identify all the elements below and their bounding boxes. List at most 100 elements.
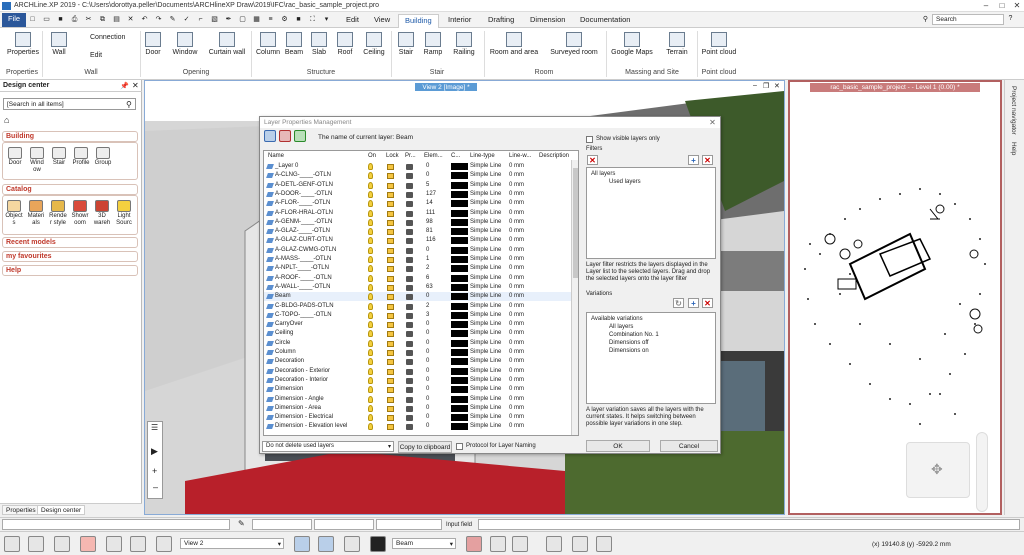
printer-icon[interactable] xyxy=(406,424,413,431)
dc-stair[interactable]: Stair xyxy=(49,147,69,167)
table-row[interactable]: A-DOOR-____-OTLN 127 Simple Line 0 mm xyxy=(264,190,578,199)
lightbulb-icon[interactable] xyxy=(368,209,373,217)
new-layer-icon[interactable] xyxy=(264,130,276,142)
dc-render-style[interactable]: Rende r style xyxy=(48,200,68,227)
table-row[interactable]: Dimension - Area 0 Simple Line 0 mm xyxy=(264,404,578,413)
table-row[interactable]: Decoration - Exterior 0 Simple Line 0 mm xyxy=(264,367,578,376)
color-swatch[interactable] xyxy=(451,386,468,394)
lock-icon[interactable] xyxy=(387,284,394,291)
undo-icon[interactable]: ↶ xyxy=(140,15,149,24)
printer-icon[interactable] xyxy=(406,368,413,375)
print-icon[interactable]: ⎙ xyxy=(70,15,79,24)
table-row[interactable]: A-GLAZ-CURT-OTLN 116 Simple Line 0 mm xyxy=(264,236,578,245)
panel-close-icon[interactable]: ✕ xyxy=(132,81,139,90)
lock-icon[interactable] xyxy=(387,191,394,198)
color-swatch[interactable] xyxy=(451,376,468,384)
lightbulb-icon[interactable] xyxy=(368,163,373,170)
window-button[interactable]: Window xyxy=(170,32,200,56)
filter-all-layers[interactable]: All layers xyxy=(591,171,615,178)
eyedropper-icon[interactable]: ⌐ xyxy=(196,15,205,24)
settings-gear-icon[interactable] xyxy=(4,536,20,552)
printer-icon[interactable] xyxy=(406,275,413,282)
printer-icon[interactable] xyxy=(406,415,413,422)
input-field[interactable] xyxy=(478,519,1020,530)
color-swatch[interactable] xyxy=(451,218,468,226)
recent-models-accordion[interactable]: Recent models xyxy=(2,237,138,248)
google-maps-button[interactable]: Google Maps xyxy=(610,32,654,56)
lightbulb-icon[interactable] xyxy=(368,172,373,180)
col-elements[interactable]: Elem... xyxy=(424,153,443,159)
terrain-button[interactable]: Terrain xyxy=(662,32,692,56)
roof-button[interactable]: Roof xyxy=(334,32,356,56)
lightbulb-icon[interactable] xyxy=(368,367,373,375)
dropdown-icon[interactable]: ▾ xyxy=(322,15,331,24)
angle-icon[interactable] xyxy=(106,536,122,552)
delete-layer-icon[interactable] xyxy=(279,130,291,142)
printer-icon[interactable] xyxy=(406,266,413,273)
variation-add-icon[interactable]: + xyxy=(688,298,699,308)
table-row[interactable]: A-WALL-____-OTLN 63 Simple Line 0 mm xyxy=(264,283,578,292)
printer-icon[interactable] xyxy=(406,359,413,366)
dc-light-source[interactable]: Light Sourc xyxy=(114,200,134,227)
lightbulb-icon[interactable] xyxy=(368,283,373,291)
lightbulb-icon[interactable] xyxy=(368,349,373,356)
lightbulb-icon[interactable] xyxy=(368,228,373,236)
table-row[interactable]: A-CLNG-____-OTLN 0 Simple Line 0 mm xyxy=(264,171,578,180)
color-swatch-icon[interactable] xyxy=(370,536,386,552)
table-row[interactable]: Dimension - Elevation level 0 Simple Line 0… xyxy=(264,422,578,431)
connection-button[interactable]: Connection xyxy=(76,34,130,41)
lock-icon[interactable] xyxy=(387,377,394,384)
lock-icon[interactable] xyxy=(387,331,394,338)
lightbulb-icon[interactable] xyxy=(368,181,373,189)
merge-layer-icon[interactable] xyxy=(294,130,306,142)
ruler-icon[interactable] xyxy=(572,536,588,552)
table-row[interactable]: C-TOPO-____-OTLN 3 Simple Line 0 mm xyxy=(264,311,578,320)
view-plan[interactable]: rac_basic_sample_project - - Level 1 (0.… xyxy=(788,80,1002,515)
dc-objects[interactable]: Object s xyxy=(4,200,24,227)
col-color[interactable]: C... xyxy=(451,153,460,159)
wall-button[interactable]: Wall xyxy=(48,32,70,56)
scrollbar-thumb[interactable] xyxy=(573,168,578,278)
select-frame-icon[interactable] xyxy=(54,536,70,552)
color-swatch[interactable] xyxy=(451,246,468,254)
color-swatch[interactable] xyxy=(451,228,468,236)
column-button[interactable]: Column xyxy=(254,32,282,56)
ok-button[interactable]: OK xyxy=(586,440,650,452)
stop-icon[interactable]: ■ xyxy=(294,15,303,24)
lock-icon[interactable] xyxy=(387,340,394,347)
color-swatch[interactable] xyxy=(451,423,468,431)
col-print[interactable]: Pr... xyxy=(405,153,416,159)
color-swatch[interactable] xyxy=(451,163,468,170)
lightbulb-icon[interactable] xyxy=(368,256,373,263)
orbit-icon[interactable]: ✥ xyxy=(931,461,943,478)
lightbulb-icon[interactable] xyxy=(368,218,373,226)
lock-icon[interactable] xyxy=(387,387,394,394)
help-accordion[interactable]: Help xyxy=(2,265,138,276)
lock-icon[interactable] xyxy=(387,173,394,180)
color-swatch[interactable] xyxy=(451,367,468,375)
view-close-icon[interactable]: ✕ xyxy=(774,82,780,90)
filter-add-icon[interactable]: + xyxy=(688,155,699,165)
pin-icon[interactable]: 📌 xyxy=(120,82,129,90)
printer-icon[interactable] xyxy=(406,396,413,403)
project-navigator-tab[interactable]: Project navigator xyxy=(1010,86,1017,135)
lock-icon[interactable] xyxy=(387,359,394,366)
surveyed-room-button[interactable]: Surveyed room xyxy=(548,32,600,56)
slab-button[interactable]: Slab xyxy=(308,32,330,56)
color-swatch[interactable] xyxy=(451,283,468,291)
lock-icon[interactable] xyxy=(387,164,394,170)
table-row[interactable]: A-ROOF-____-OTLN 6 Simple Line 0 mm xyxy=(264,274,578,283)
lock-icon[interactable] xyxy=(387,201,394,208)
ceiling-button[interactable]: Ceiling xyxy=(360,32,388,56)
open-icon[interactable]: ▭ xyxy=(42,15,51,24)
lock-icon[interactable] xyxy=(387,424,394,431)
fullscreen-icon[interactable]: ⛶ xyxy=(308,15,317,24)
printer-icon[interactable] xyxy=(406,303,413,310)
navigation-cube[interactable]: ✥ xyxy=(906,442,970,498)
printer-icon[interactable] xyxy=(406,257,413,263)
lightbulb-icon[interactable] xyxy=(368,246,373,254)
ramp-button[interactable]: Ramp xyxy=(422,32,444,56)
color-swatch[interactable] xyxy=(451,190,468,198)
point-cloud-button[interactable]: Point cloud xyxy=(700,32,738,56)
table-row[interactable]: Circle 0 Simple Line 0 mm xyxy=(264,339,578,348)
